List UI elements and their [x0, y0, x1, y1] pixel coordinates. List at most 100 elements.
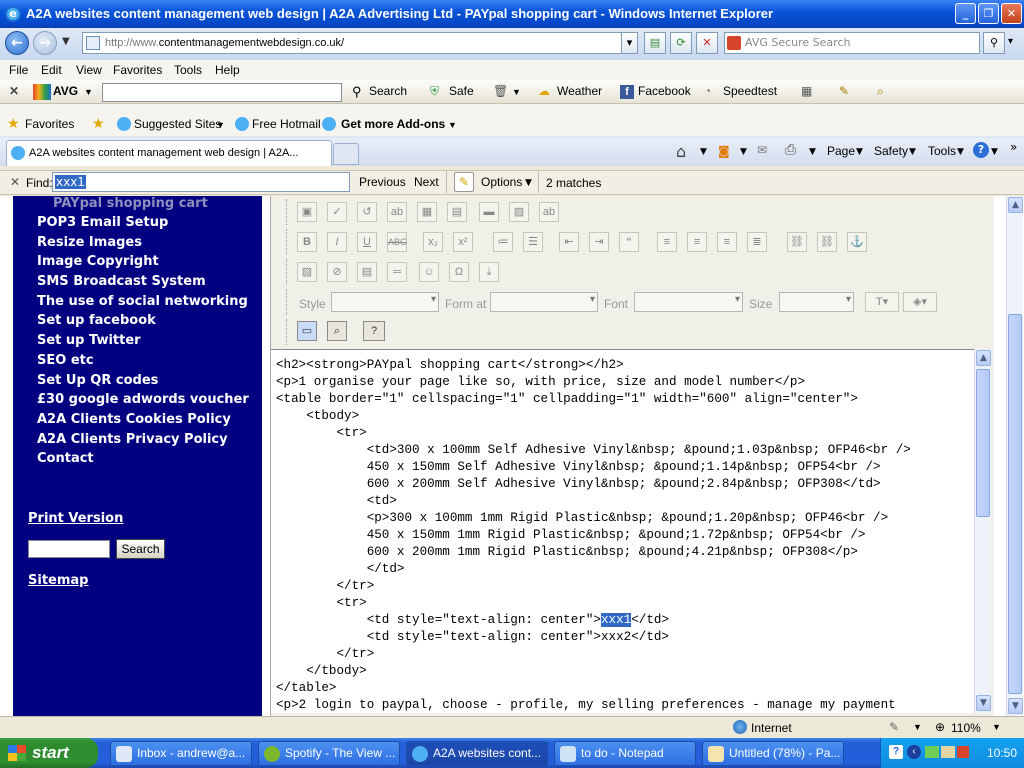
code-scrollbar[interactable]: ▲ ▼	[974, 349, 991, 713]
image-icon[interactable]: ▧	[509, 202, 529, 222]
align-left-icon[interactable]: ≡	[657, 232, 677, 252]
home-icon[interactable]: ⌂	[676, 142, 686, 161]
preview-icon[interactable]: ⌕	[327, 321, 347, 341]
outdent-icon[interactable]: ⇤	[559, 232, 579, 252]
history-dropdown-icon[interactable]: ▼	[62, 36, 70, 47]
trash-icon[interactable]: 🗑	[493, 84, 508, 98]
bg-color-icon[interactable]: ◈▾	[903, 292, 937, 312]
back-button[interactable]: ←	[5, 31, 29, 55]
link-icon[interactable]: ⛓	[787, 232, 807, 252]
strikethrough-icon[interactable]: ABC	[387, 232, 407, 252]
favorites-button[interactable]: Favorites	[25, 117, 74, 131]
close-button[interactable]: ✕	[1001, 3, 1022, 24]
menu-favorites[interactable]: Favorites	[113, 60, 162, 80]
trash-dropdown-icon[interactable]: ▼	[512, 87, 521, 97]
facebook-button[interactable]: Facebook	[638, 84, 691, 98]
text-color-icon[interactable]: T▾	[865, 292, 899, 312]
sidebar-item-social[interactable]: The use of social networking	[37, 294, 248, 309]
site-search-button[interactable]: Search	[116, 539, 165, 559]
tray-avg-icon[interactable]	[957, 746, 969, 758]
zoom-level[interactable]: 110%	[951, 721, 981, 735]
italic-icon[interactable]: I	[327, 232, 347, 252]
avg-dropdown-icon[interactable]: ▼	[84, 87, 93, 97]
smiley-icon[interactable]: ☺	[419, 262, 439, 282]
site-search-input[interactable]	[28, 540, 110, 558]
find-previous-button[interactable]: Previous	[359, 175, 406, 189]
table-icon[interactable]: ▤	[447, 202, 467, 222]
menu-help[interactable]: Help	[215, 60, 240, 80]
search-dropdown-icon[interactable]: ▾	[1008, 36, 1013, 47]
stop-icon[interactable]: ✕	[696, 32, 718, 54]
protected-dropdown-icon[interactable]: ▼	[913, 722, 922, 732]
tray-network-icon[interactable]	[941, 746, 955, 758]
safety-menu[interactable]: Safety	[874, 144, 908, 158]
magnifier-icon[interactable]: ⌕	[877, 84, 884, 99]
minimize-button[interactable]: _	[955, 3, 976, 24]
avg-secure-search-input[interactable]: AVG Secure Search	[724, 32, 980, 54]
compatibility-view-icon[interactable]: ▤	[644, 32, 666, 54]
scroll-down-icon[interactable]: ▼	[976, 695, 991, 711]
page-dropdown-icon[interactable]: ▼	[856, 147, 863, 157]
insert-image-icon[interactable]: ▨	[297, 262, 317, 282]
sidebar-item-adwords[interactable]: £30 google adwords voucher	[37, 392, 249, 407]
find-options-button[interactable]: Options	[481, 175, 522, 189]
sidebar-item-facebook[interactable]: Set up facebook	[37, 313, 156, 328]
feeds-dropdown-icon[interactable]: ▼	[740, 147, 747, 157]
tab-current[interactable]: A2A websites content management web desi…	[6, 140, 332, 166]
safe-button[interactable]: Safe	[449, 84, 474, 98]
refresh-icon[interactable]: ⟳	[670, 32, 692, 54]
justify-icon[interactable]: ≣	[747, 232, 767, 252]
superscript-icon[interactable]: x²	[453, 232, 473, 252]
chevron-right-icon[interactable]: »	[1010, 140, 1017, 154]
forward-button[interactable]: →	[33, 31, 57, 55]
suggested-dropdown-icon[interactable]: ▼	[216, 120, 225, 130]
print-icon[interactable]: ⎙	[785, 142, 796, 158]
avg-search-button[interactable]: Search	[369, 84, 407, 98]
page-scroll-down-icon[interactable]: ▼	[1008, 698, 1023, 714]
address-dropdown-button[interactable]: ▾	[621, 32, 638, 54]
print-version-link[interactable]: Print Version	[28, 511, 123, 526]
style-select[interactable]	[331, 292, 439, 312]
numbered-list-icon[interactable]: ≔	[493, 232, 513, 252]
sidebar-item-twitter[interactable]: Set up Twitter	[37, 333, 141, 348]
options-dropdown-icon[interactable]: ▼	[525, 178, 532, 188]
form-field-icon[interactable]: ab	[387, 202, 407, 222]
format-select[interactable]	[490, 292, 598, 312]
maximize-button[interactable]: ❐	[978, 3, 999, 24]
sidebar-item-privacy[interactable]: A2A Clients Privacy Policy	[37, 432, 228, 447]
sidebar-item-resize[interactable]: Resize Images	[37, 235, 142, 250]
avg-brand[interactable]: AVG	[53, 84, 78, 98]
page-break-icon[interactable]: ⤓	[479, 262, 499, 282]
menu-file[interactable]: File	[9, 60, 28, 80]
insert-table-icon[interactable]: ▤	[357, 262, 377, 282]
highlight-icon[interactable]: ✎	[454, 172, 474, 192]
source-view-icon[interactable]: ▭	[297, 321, 317, 341]
tray-mail-icon[interactable]	[925, 746, 939, 758]
sidebar-item-copyright[interactable]: Image Copyright	[37, 254, 159, 269]
search-go-icon[interactable]: ⚲	[983, 32, 1005, 54]
calculator-icon[interactable]: ▦	[801, 84, 812, 98]
page-scroll-thumb[interactable]	[1008, 314, 1022, 694]
page-scrollbar[interactable]: ▲ ▼	[1006, 196, 1023, 716]
tray-help-icon[interactable]: ?	[889, 745, 903, 759]
find-input[interactable]: xxx1	[52, 172, 350, 192]
save-icon[interactable]: ▣	[297, 202, 317, 222]
blockquote-icon[interactable]: “	[619, 232, 639, 252]
sitemap-link[interactable]: Sitemap	[28, 573, 88, 588]
page-scroll-up-icon[interactable]: ▲	[1008, 197, 1023, 213]
free-hotmail-link[interactable]: Free Hotmail	[252, 117, 321, 131]
scroll-up-icon[interactable]: ▲	[976, 350, 991, 366]
sidebar-item-pop3[interactable]: POP3 Email Setup	[37, 215, 168, 230]
scroll-thumb[interactable]	[976, 369, 990, 517]
addons-dropdown-icon[interactable]: ▼	[448, 120, 457, 130]
horizontal-rule-icon[interactable]: ═	[387, 262, 407, 282]
special-char-icon[interactable]: Ω	[449, 262, 469, 282]
bullet-list-icon[interactable]: ☰	[523, 232, 543, 252]
sidebar-item-current[interactable]: PAYpal shopping cart	[53, 196, 208, 211]
find-next-button[interactable]: Next	[414, 175, 439, 189]
rule-icon[interactable]: ▬	[479, 202, 499, 222]
align-center-icon[interactable]: ≡	[687, 232, 707, 252]
flash-icon[interactable]: ⊘	[327, 262, 347, 282]
label-icon[interactable]: ab	[539, 202, 559, 222]
avg-toolbar-search-input[interactable]	[102, 83, 342, 102]
